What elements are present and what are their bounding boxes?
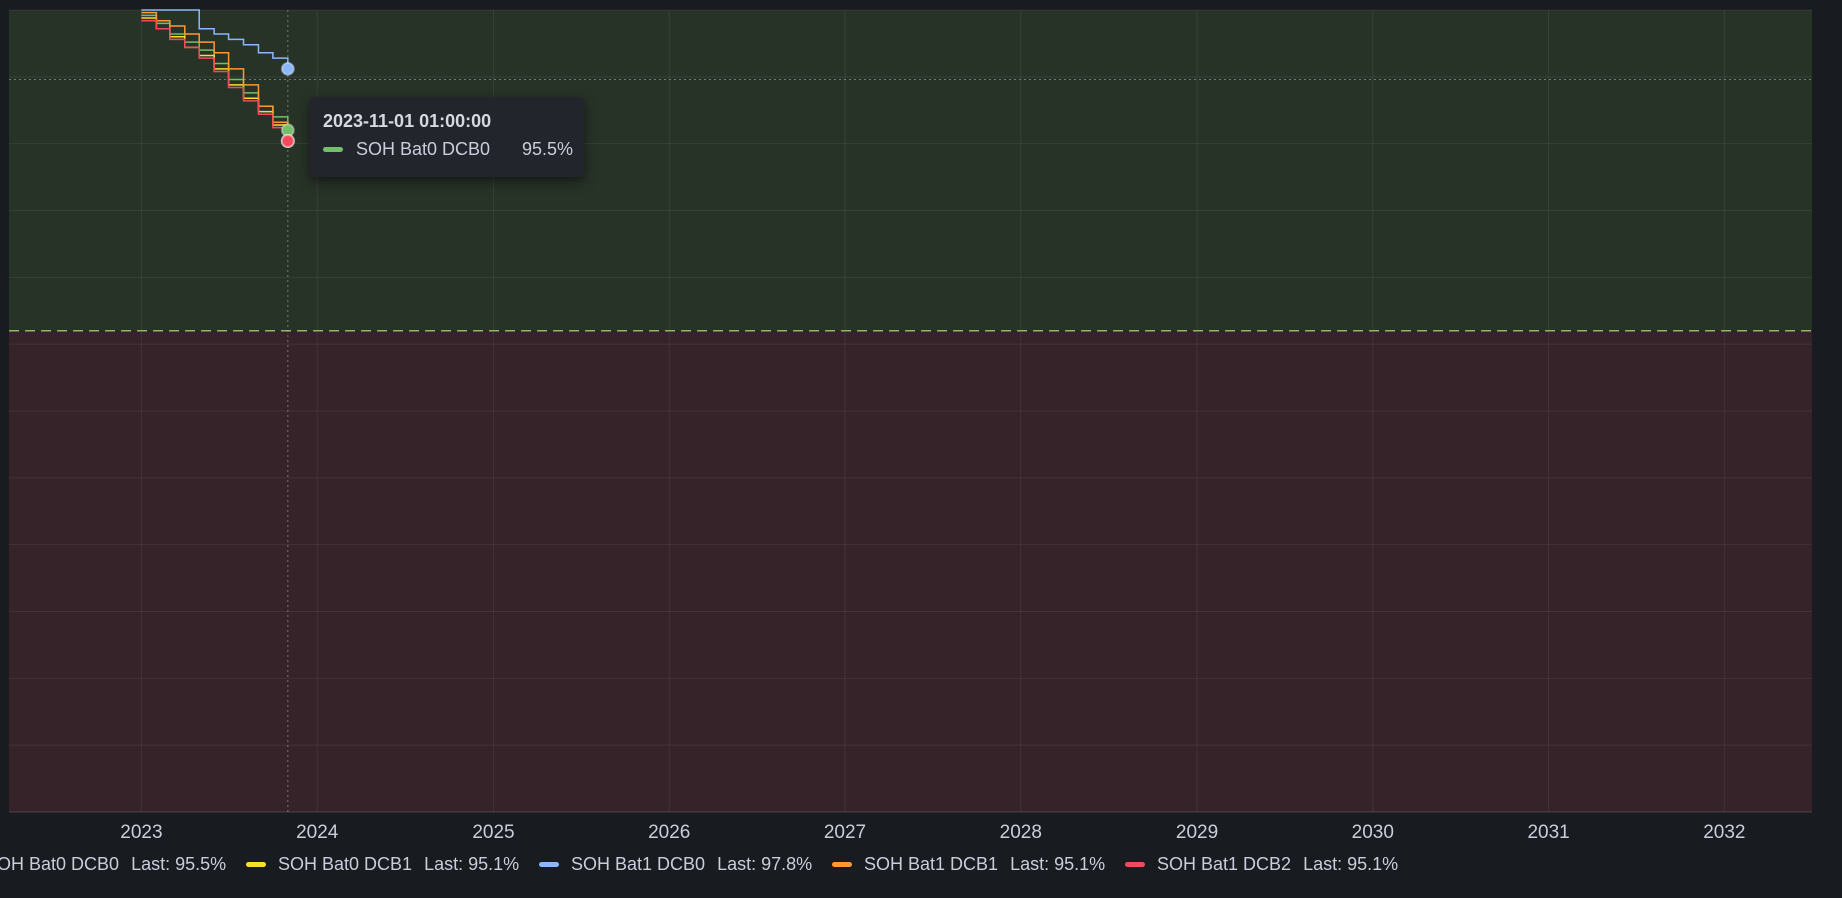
legend-swatch xyxy=(246,862,266,867)
legend-series-name: SOH Bat1 DCB2 xyxy=(1157,854,1292,874)
x-tick-label: 2025 xyxy=(472,822,515,843)
time-series-panel: 2023 2024 2025 2026 2027 2028 2029 2030 2031 2032… xyxy=(0,0,1842,898)
legend-swatch xyxy=(832,862,852,867)
hover-tooltip: 2023-11-01 01:00:00 SOH Bat0 DCB0 95.5% xyxy=(310,97,584,177)
legend-last-value: Last: 95.1% xyxy=(424,854,520,874)
x-tick-label: 2030 xyxy=(1351,822,1394,843)
legend: SOH Bat0 DCB0 Last: 95.5% SOH Bat0 DCB1 Las… xyxy=(0,850,1842,880)
hover-point-5 xyxy=(280,133,295,148)
legend-item[interactable]: SOH Bat1 DCB0 Last: 97.8% xyxy=(539,854,812,875)
legend-last-value: Last: 95.5% xyxy=(131,854,227,874)
legend-series-name: SOH Bat0 DCB0 xyxy=(0,854,120,874)
x-tick-label: 2026 xyxy=(648,822,691,843)
legend-series-name: SOH Bat1 DCB0 xyxy=(571,854,706,874)
threshold-region-below xyxy=(9,330,1812,812)
x-tick-label: 2024 xyxy=(296,822,339,843)
legend-item[interactable]: SOH Bat0 DCB0 Last: 95.5% xyxy=(0,854,226,875)
legend-series-name: SOH Bat0 DCB1 xyxy=(278,854,413,874)
x-tick-label: 2032 xyxy=(1703,822,1746,843)
x-tick-label: 2029 xyxy=(1175,822,1219,843)
legend-last-value: Last: 97.8% xyxy=(717,854,813,874)
x-tick-label: 2027 xyxy=(823,822,867,843)
tooltip-series-swatch xyxy=(323,147,343,152)
legend-last-value: Last: 95.1% xyxy=(1010,854,1106,874)
legend-swatch xyxy=(1125,862,1145,867)
x-tick-label: 2031 xyxy=(1527,822,1570,843)
tooltip-series-name: SOH Bat0 DCB0 xyxy=(356,139,491,159)
legend-swatch xyxy=(539,862,559,867)
hover-point-3 xyxy=(280,61,295,76)
legend-item[interactable]: SOH Bat1 DCB1 Last: 95.1% xyxy=(832,854,1105,875)
legend-last-value: Last: 95.1% xyxy=(1303,854,1399,874)
legend-item[interactable]: SOH Bat1 DCB2 Last: 95.1% xyxy=(1125,854,1398,875)
tooltip-series-value: 95.5% xyxy=(521,139,573,159)
tooltip-time: 2023-11-01 01:00:00 xyxy=(323,111,492,131)
chart-plot[interactable] xyxy=(0,0,1842,898)
legend-item[interactable]: SOH Bat0 DCB1 Last: 95.1% xyxy=(246,854,519,875)
x-tick-label: 2028 xyxy=(999,822,1042,843)
tooltip-series-row: SOH Bat0 DCB0 95.5% xyxy=(323,139,573,160)
x-tick-label: 2023 xyxy=(120,822,163,843)
legend-series-name: SOH Bat1 DCB1 xyxy=(864,854,999,874)
